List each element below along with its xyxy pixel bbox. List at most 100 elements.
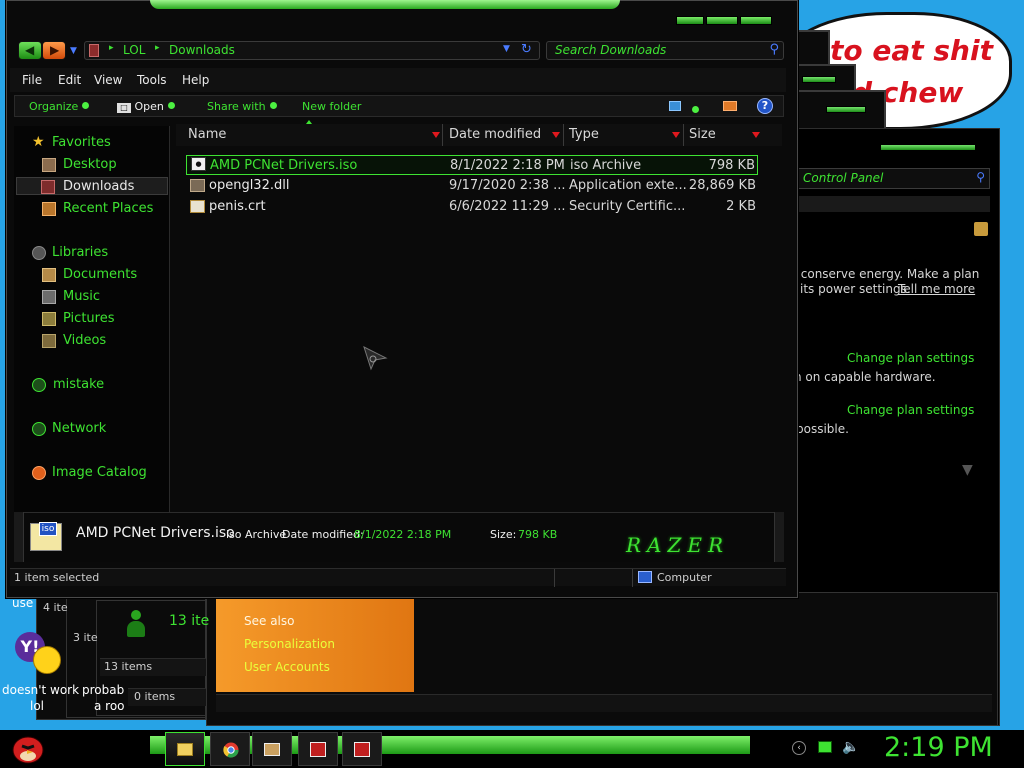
documents-icon	[42, 268, 56, 282]
help-icon[interactable]	[974, 222, 988, 236]
nav-image-catalog[interactable]: Image Catalog	[16, 464, 170, 482]
file-row[interactable]: opengl32.dll 9/17/2020 2:38 ... Applicat…	[186, 176, 758, 196]
control-panel-text-3: n on capable hardware.	[794, 370, 936, 384]
yahoo-messenger-icon[interactable]: Y!	[15, 630, 63, 678]
minimize-button[interactable]	[676, 16, 704, 25]
refresh-icon[interactable]: ↻	[521, 42, 532, 57]
details-date-value: 8/1/2022 2:18 PM	[354, 528, 452, 541]
dropdown-dot-icon	[82, 102, 90, 109]
menu-view[interactable]: View	[94, 73, 122, 87]
taskbar-window-button-1[interactable]	[298, 732, 338, 766]
taskbar-window-button-2[interactable]	[342, 732, 382, 766]
column-type[interactable]: Type	[569, 127, 599, 142]
certificate-icon	[190, 200, 205, 213]
breadcrumb-downloads[interactable]: Downloads	[169, 43, 235, 57]
column-separator[interactable]	[683, 124, 684, 146]
preview-pane-icon[interactable]	[723, 101, 737, 111]
menu-edit[interactable]: Edit	[58, 73, 81, 87]
taskbar-clock[interactable]: 2:19 PM	[884, 732, 993, 763]
column-separator[interactable]	[563, 124, 564, 146]
desktop-icon-label-a-roo[interactable]: a roo	[94, 699, 125, 713]
column-type-dropdown-icon[interactable]	[672, 132, 680, 138]
taskbar-control-panel-button[interactable]	[252, 732, 292, 766]
dropdown-dot-icon	[167, 102, 175, 109]
nav-pictures[interactable]: Pictures	[16, 310, 170, 328]
nav-videos[interactable]: Videos	[16, 332, 170, 350]
nav-libraries[interactable]: Libraries	[16, 244, 170, 262]
taskbar-explorer-button[interactable]	[165, 732, 205, 766]
menu-tools[interactable]: Tools	[137, 73, 167, 87]
view-options-icon[interactable]	[669, 101, 681, 111]
volume-icon[interactable]: 🔈	[842, 739, 859, 755]
homegroup-icon	[32, 378, 46, 392]
help-icon[interactable]: ?	[757, 98, 773, 114]
desktop-icon-label-probably[interactable]: probab	[82, 683, 124, 697]
nav-recent-places[interactable]: Recent Places	[16, 200, 170, 218]
search-input[interactable]: Search Downloads ⚲	[546, 41, 784, 60]
bg-window-count-3: 13 ite	[169, 613, 210, 629]
window-icon	[310, 742, 326, 757]
libraries-icon	[32, 246, 46, 260]
search-icon[interactable]: ⚲	[769, 42, 779, 57]
menu-file[interactable]: File	[22, 73, 42, 87]
maximize-button[interactable]	[706, 16, 738, 25]
menu-help[interactable]: Help	[182, 73, 209, 87]
share-with-button[interactable]: Share with	[207, 100, 277, 113]
tell-me-more-link[interactable]: Tell me more	[898, 282, 975, 296]
open-icon: □	[117, 103, 131, 113]
breadcrumb-separator-icon[interactable]: ▸	[155, 43, 160, 53]
breadcrumb-separator-icon[interactable]: ▸	[109, 43, 114, 53]
change-plan-settings-link-2[interactable]: Change plan settings	[847, 403, 974, 417]
organize-button[interactable]: Organize	[29, 100, 90, 113]
control-panel-window-buttons[interactable]	[880, 144, 976, 151]
column-name-dropdown-icon[interactable]	[432, 132, 440, 138]
action-center-icon[interactable]	[818, 741, 832, 753]
start-button[interactable]	[8, 728, 48, 768]
file-name: opengl32.dll	[209, 178, 290, 193]
file-row[interactable]: penis.crt 6/6/2022 11:29 ... Security Ce…	[186, 197, 758, 217]
details-size-label: Size:	[490, 528, 517, 541]
nav-documents[interactable]: Documents	[16, 266, 170, 284]
organize-label: Organize	[29, 100, 79, 113]
nav-network[interactable]: Network	[16, 420, 170, 438]
pictures-icon	[42, 312, 56, 326]
control-panel-search[interactable]: Control Panel ⚲	[798, 168, 990, 189]
nav-downloads[interactable]: Downloads	[16, 177, 168, 195]
change-plan-settings-link-1[interactable]: Change plan settings	[847, 351, 974, 365]
search-icon[interactable]: ⚲	[976, 170, 985, 184]
open-button[interactable]: □ Open	[117, 100, 175, 113]
network-icon	[32, 422, 46, 436]
nav-music[interactable]: Music	[16, 288, 170, 306]
nav-desktop[interactable]: Desktop	[16, 156, 170, 174]
recent-pages-dropdown[interactable]: ▼	[70, 46, 77, 56]
search-placeholder: Search Downloads	[555, 43, 667, 57]
desktop-icon-label-doesnt-work[interactable]: doesn't work	[2, 683, 79, 697]
view-dropdown-icon[interactable]	[692, 103, 699, 117]
desktop-icon-label-use[interactable]: use	[12, 596, 33, 610]
new-folder-button[interactable]: New folder	[302, 100, 361, 113]
back-button[interactable]: ◀	[18, 41, 42, 60]
show-hidden-icons-button[interactable]: ‹	[792, 741, 806, 755]
address-dropdown-icon[interactable]: ▼	[503, 44, 510, 54]
column-separator[interactable]	[442, 124, 443, 146]
desktop-icon-label-lol[interactable]: lol	[30, 699, 44, 713]
bg-window-count-2: 3 ite	[73, 631, 98, 644]
user-accounts-link[interactable]: User Accounts	[244, 660, 330, 674]
file-row[interactable]: ● AMD PCNet Drivers.iso 8/1/2022 2:18 PM…	[186, 155, 758, 175]
column-size[interactable]: Size	[689, 127, 716, 142]
breadcrumb-lol[interactable]: LOL	[123, 43, 145, 57]
close-button[interactable]	[740, 16, 772, 25]
nav-favorites[interactable]: ★ Favorites	[16, 134, 170, 152]
column-size-dropdown-icon[interactable]	[752, 132, 760, 138]
column-date-modified[interactable]: Date modified	[449, 127, 541, 142]
speech-bubble-line1: to eat shit	[830, 34, 993, 67]
taskbar-chrome-button[interactable]	[210, 732, 250, 766]
nav-mistake[interactable]: mistake	[16, 376, 170, 394]
column-name[interactable]: Name	[188, 127, 226, 142]
column-date-dropdown-icon[interactable]	[552, 132, 560, 138]
scroll-down-icon[interactable]: ▼	[962, 462, 973, 478]
iso-icon: ●	[191, 157, 206, 171]
forward-button[interactable]: ▶	[42, 41, 66, 60]
address-bar[interactable]: ▸ LOL ▸ Downloads ▼ ↻	[84, 41, 540, 60]
personalization-link[interactable]: Personalization	[244, 637, 335, 651]
